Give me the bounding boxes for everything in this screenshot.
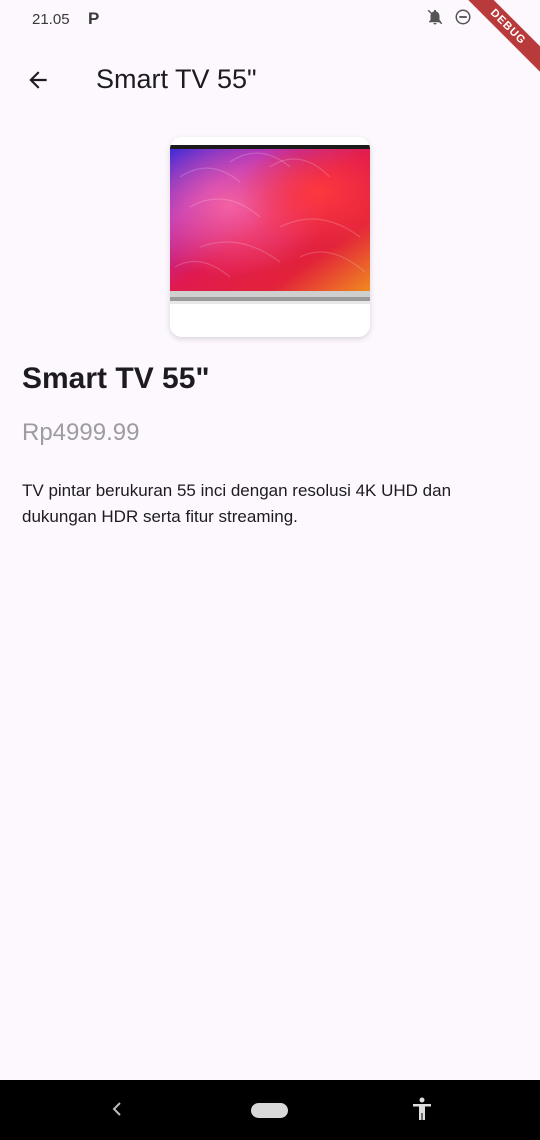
back-button[interactable]: [18, 60, 58, 100]
accessibility-icon[interactable]: [410, 1096, 434, 1127]
product-price: Rp4999.99: [22, 419, 140, 446]
arrow-back-icon: [29, 71, 47, 89]
product-description: TV pintar berukuran 55 inci dengan resol…: [22, 481, 452, 526]
page-title: Smart TV 55": [96, 64, 257, 94]
app-indicator-icon: P: [88, 9, 100, 28]
nav-back-icon[interactable]: [108, 1098, 126, 1125]
notifications-off-icon: [426, 8, 444, 31]
tv-product-image: [170, 137, 370, 337]
app-bar: Smart TV 55": [0, 52, 540, 108]
product-name: Smart TV 55": [22, 362, 210, 395]
system-nav-bar: [0, 1080, 540, 1140]
nav-home-pill[interactable]: [251, 1103, 288, 1118]
status-time: 21.05: [32, 11, 70, 28]
product-image: [170, 137, 370, 337]
